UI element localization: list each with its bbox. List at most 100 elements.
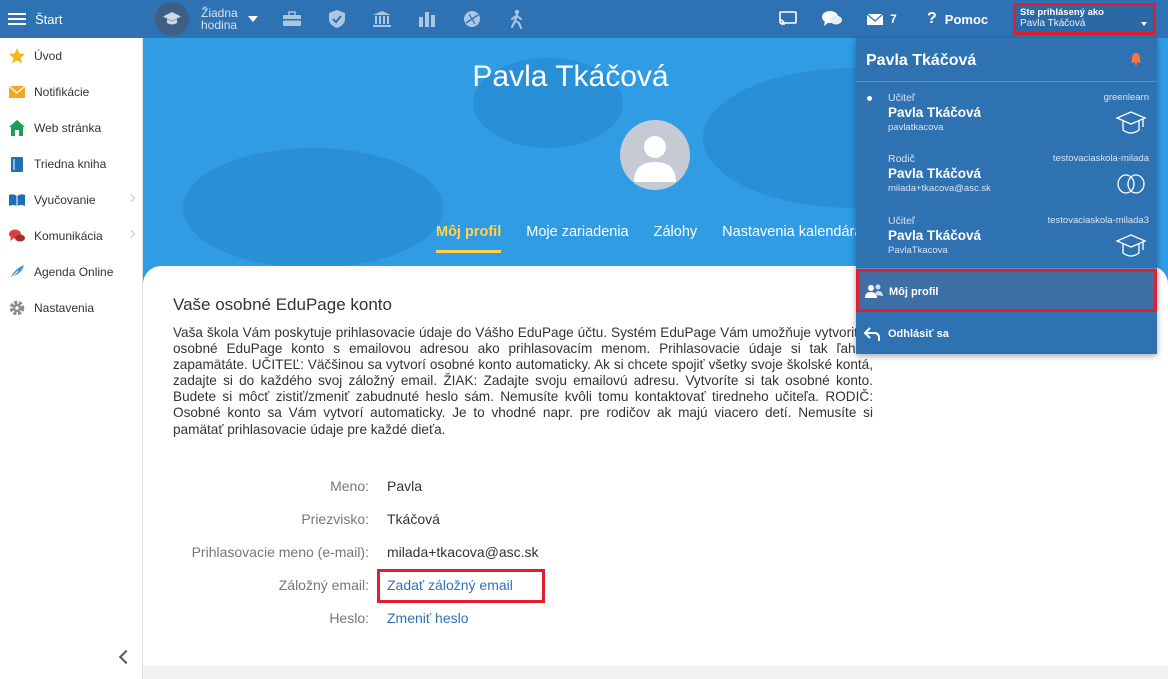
account-description: Vaša škola Vám poskytuje prihlasovacie ú…	[173, 325, 873, 437]
account-role: Rodič	[888, 153, 915, 165]
current-lesson-label[interactable]: Žiadna hodina	[201, 7, 239, 31]
field-row-meno: Meno: Pavla	[143, 478, 843, 498]
account-item[interactable]: Učiteľ Pavla Tkáčová pavlatkacova greenl…	[856, 92, 1157, 152]
envelope-icon[interactable]	[866, 12, 884, 26]
house-icon	[8, 119, 26, 137]
sidebar-item-label: Nastavenia	[34, 301, 95, 315]
messages-count: 7	[890, 12, 897, 26]
field-label: Meno:	[330, 478, 369, 494]
sidebar-item-web-stranka[interactable]: Web stránka	[0, 110, 142, 146]
bell-icon[interactable]	[1130, 52, 1142, 65]
hamburger-icon	[8, 12, 26, 26]
world-map-decoration	[183, 148, 443, 268]
my-profile-label: Môj profil	[889, 286, 939, 298]
field-label: Záložný email:	[278, 577, 369, 593]
account-role: Učiteľ	[888, 215, 915, 227]
change-password-link[interactable]: Zmeniť heslo	[387, 610, 469, 626]
sidebar-item-agenda-online[interactable]: Agenda Online	[0, 254, 142, 290]
field-label: Heslo:	[329, 610, 369, 626]
sidebar-item-notifikacie[interactable]: Notifikácie	[0, 74, 142, 110]
logout-icon	[863, 325, 881, 343]
users-icon	[864, 283, 884, 299]
highlight-box	[377, 569, 545, 603]
start-label: Štart	[35, 11, 63, 27]
gear-icon	[8, 299, 26, 317]
sidebar-item-label: Agenda Online	[34, 265, 114, 279]
chevron-right-icon	[126, 193, 136, 203]
tab-moj-profil[interactable]: Môj profil	[436, 224, 502, 253]
logged-in-label: Ste prihlásený ako	[1020, 7, 1104, 18]
sidebar-item-label: Notifikácie	[34, 85, 90, 99]
shield-icon[interactable]	[325, 7, 349, 31]
sidebar-item-label: Web stránka	[34, 121, 102, 135]
envelope-icon	[8, 83, 26, 101]
sidebar-item-nastavenia[interactable]: Nastavenia	[0, 290, 142, 326]
logged-in-user-menu[interactable]: Ste prihlásený ako Pavla Tkáčová	[1013, 3, 1156, 35]
field-row-login: Prihlasovacie meno (e-mail): milada+tkac…	[143, 544, 843, 564]
account-login: milada+tkacova@asc.sk	[888, 183, 991, 194]
dropdown-header: Pavla Tkáčová	[856, 38, 1157, 82]
sidebar: Úvod Notifikácie Web stránka Triedna kni…	[0, 38, 143, 679]
help-label: Pomoc	[944, 11, 989, 27]
sidebar-item-uvod[interactable]: Úvod	[0, 38, 142, 74]
tab-nastavenia-kalendara[interactable]: Nastavenia kalendára	[722, 224, 862, 253]
logged-in-user-name: Pavla Tkáčová	[1020, 18, 1086, 29]
field-value: milada+tkacova@asc.sk	[387, 544, 539, 560]
account-title: Vaše osobné EduPage konto	[173, 295, 392, 314]
chat-bubbles-icon	[8, 227, 26, 245]
book-icon	[8, 155, 26, 173]
teacher-icon	[1115, 110, 1147, 138]
sidebar-item-vyucovanie[interactable]: Vyučovanie	[0, 182, 142, 218]
sidebar-item-label: Úvod	[34, 49, 63, 63]
field-value: Pavla	[387, 478, 423, 494]
field-row-password: Heslo: Zmeniť heslo	[143, 610, 843, 630]
logout-label: Odhlásiť sa	[888, 328, 949, 340]
account-login: PavlaTkacova	[888, 245, 948, 256]
sidebar-item-komunikacia[interactable]: Komunikácia	[0, 218, 142, 254]
sidebar-item-label: Vyučovanie	[34, 193, 96, 207]
account-name: Pavla Tkáčová	[888, 166, 982, 181]
star-icon	[8, 47, 26, 65]
profile-tabs: Môj profil Moje zariadenia Zálohy Nastav…	[436, 224, 887, 253]
caret-down-icon	[1141, 22, 1147, 26]
feather-icon	[8, 263, 26, 281]
graduation-cap-icon[interactable]	[155, 2, 189, 36]
chat-icon[interactable]	[821, 9, 843, 29]
dropdown-user-name: Pavla Tkáčová	[866, 52, 977, 69]
field-label: Priezvisko:	[301, 511, 369, 527]
help-button[interactable]: ? Pomoc	[927, 0, 988, 38]
logout-menu-item[interactable]: Odhlásiť sa	[856, 315, 1157, 354]
briefcase-icon[interactable]	[280, 7, 304, 31]
tab-zalohy[interactable]: Zálohy	[654, 224, 698, 253]
bar-chart-icon[interactable]	[415, 7, 439, 31]
account-item[interactable]: Rodič Pavla Tkáčová milada+tkacova@asc.s…	[856, 153, 1157, 213]
walking-icon[interactable]	[505, 7, 529, 31]
account-name: Pavla Tkáčová	[888, 105, 982, 120]
cast-icon[interactable]	[778, 10, 798, 28]
bank-icon[interactable]	[370, 7, 394, 31]
account-school: greenlearn	[1103, 92, 1149, 103]
account-school: testovaciaskola-milada	[1052, 153, 1149, 164]
question-mark-icon: ?	[927, 10, 937, 27]
start-menu-button[interactable]: Štart	[0, 0, 143, 38]
open-book-icon	[8, 191, 26, 209]
collapse-sidebar-icon[interactable]	[118, 649, 134, 665]
account-role: Učiteľ	[888, 92, 915, 104]
my-profile-menu-item[interactable]: Môj profil	[856, 269, 1157, 312]
teacher-icon	[1115, 233, 1147, 261]
user-accounts-dropdown: Pavla Tkáčová Učiteľ Pavla Tkáčová pavla…	[856, 38, 1157, 354]
tab-moje-zariadenia[interactable]: Moje zariadenia	[526, 224, 628, 253]
avatar[interactable]	[620, 120, 690, 190]
ball-icon[interactable]	[460, 7, 484, 31]
sidebar-item-label: Triedna kniha	[34, 157, 107, 171]
field-row-priezvisko: Priezvisko: Tkáčová	[143, 511, 843, 531]
sidebar-item-triedna-kniha[interactable]: Triedna kniha	[0, 146, 142, 182]
parent-icon	[1115, 171, 1147, 199]
account-item[interactable]: Učiteľ Pavla Tkáčová PavlaTkacova testov…	[856, 215, 1157, 275]
top-bar: Štart Žiadna hodina 7 ? Pomoc Ste prihlá…	[0, 0, 1168, 38]
chevron-right-icon	[126, 229, 136, 239]
chevron-down-icon[interactable]	[248, 16, 258, 22]
field-value: Tkáčová	[387, 511, 440, 527]
current-account-dot	[867, 96, 872, 101]
account-school: testovaciaskola-milada3	[1047, 215, 1149, 226]
